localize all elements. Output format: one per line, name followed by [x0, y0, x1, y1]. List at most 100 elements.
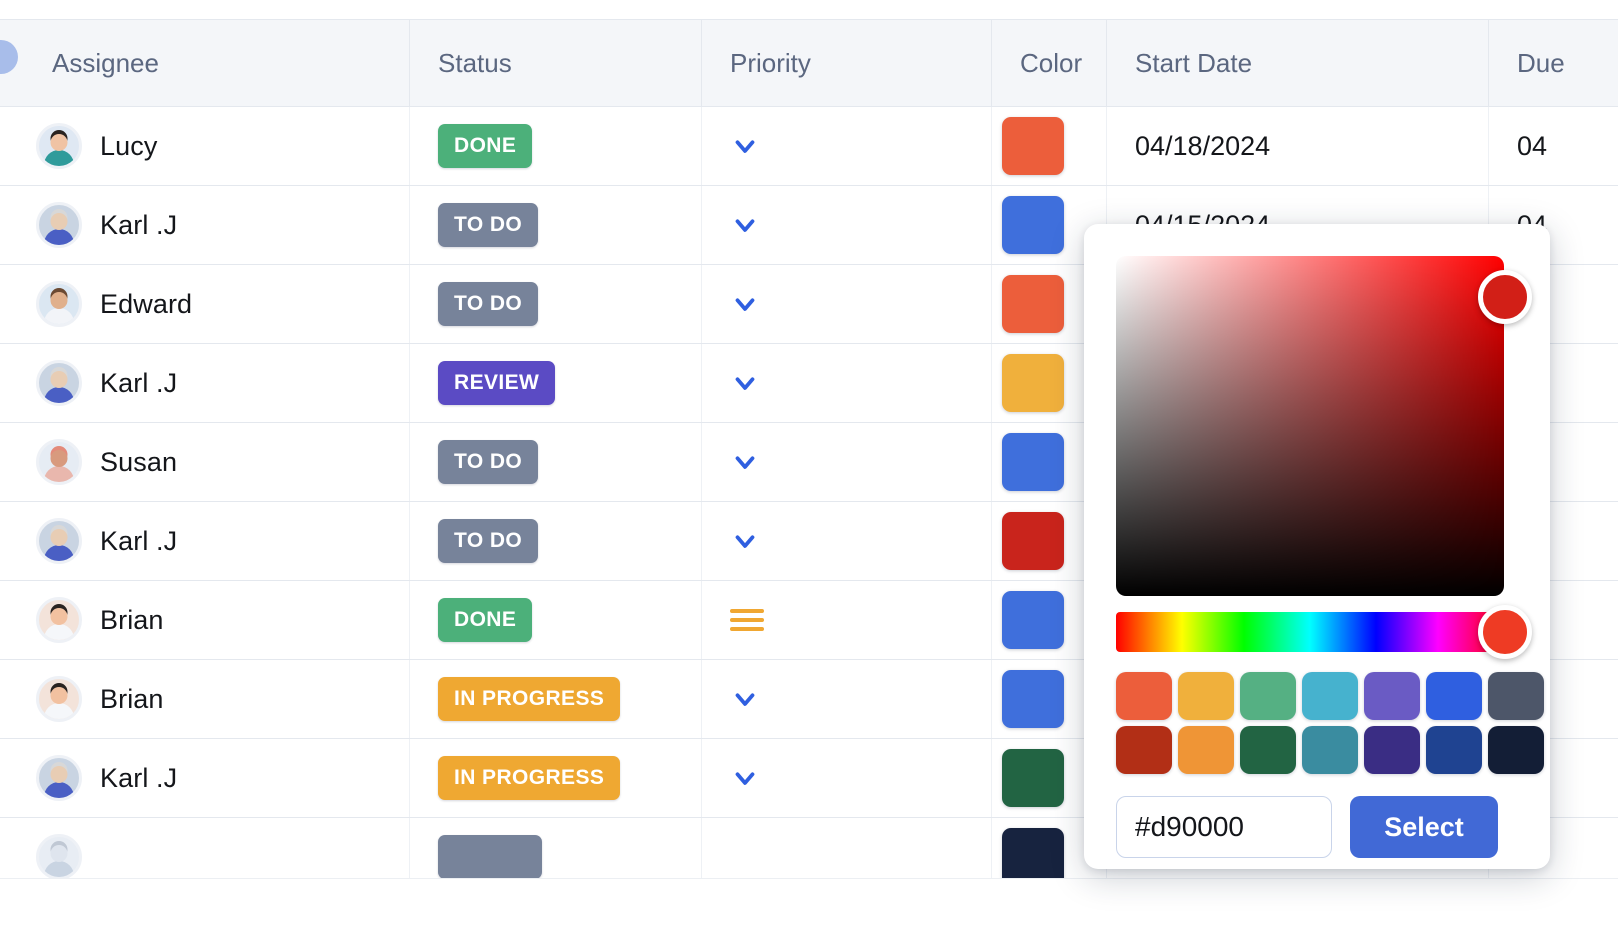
cell-assignee[interactable]: Edward	[0, 265, 410, 343]
cell-color[interactable]	[992, 107, 1107, 185]
color-swatch-chip[interactable]	[1002, 196, 1064, 254]
preset-swatch[interactable]	[1240, 726, 1296, 774]
cell-status[interactable]: TO DO	[410, 186, 702, 264]
preset-swatch[interactable]	[1240, 672, 1296, 720]
chevron-down-icon[interactable]	[730, 684, 760, 714]
chevron-down-icon[interactable]	[730, 289, 760, 319]
hue-gradient-bar[interactable]	[1116, 612, 1504, 652]
cell-status[interactable]: IN PROGRESS	[410, 739, 702, 817]
preset-swatch[interactable]	[1426, 726, 1482, 774]
chevron-down-icon[interactable]	[730, 763, 760, 793]
cell-status[interactable]: DONE	[410, 581, 702, 659]
cell-priority[interactable]	[702, 344, 992, 422]
color-picker-footer: Select	[1116, 796, 1518, 858]
color-swatch-chip[interactable]	[1002, 749, 1064, 807]
color-swatch-chip[interactable]	[1002, 591, 1064, 649]
column-header-due-date[interactable]: Due	[1489, 20, 1618, 106]
avatar	[36, 676, 82, 722]
cell-priority[interactable]	[702, 107, 992, 185]
avatar-head	[51, 766, 68, 783]
saturation-value-area[interactable]	[1116, 256, 1504, 596]
column-header-status[interactable]: Status	[410, 20, 702, 106]
status-badge[interactable]: TO DO	[438, 440, 538, 484]
cell-assignee[interactable]	[0, 818, 410, 878]
chevron-down-icon[interactable]	[730, 210, 760, 240]
avatar	[36, 834, 82, 878]
hex-color-input[interactable]	[1116, 796, 1332, 858]
chevron-down-icon[interactable]	[730, 526, 760, 556]
cell-priority[interactable]	[702, 265, 992, 343]
preset-swatch[interactable]	[1364, 726, 1420, 774]
cell-priority[interactable]	[702, 423, 992, 501]
column-header-start-date[interactable]: Start Date	[1107, 20, 1489, 106]
cell-status[interactable]: TO DO	[410, 502, 702, 580]
cell-assignee[interactable]: Brian	[0, 660, 410, 738]
avatar-body	[44, 387, 74, 406]
cell-assignee[interactable]: Karl .J	[0, 186, 410, 264]
color-swatch-chip[interactable]	[1002, 433, 1064, 491]
medium-priority-bars-icon[interactable]	[730, 609, 764, 631]
saturation-handle[interactable]	[1478, 270, 1532, 324]
chevron-down-icon[interactable]	[730, 368, 760, 398]
status-badge[interactable]: DONE	[438, 598, 532, 642]
preset-swatch[interactable]	[1364, 672, 1420, 720]
color-swatch-chip[interactable]	[1002, 670, 1064, 728]
cell-assignee[interactable]: Karl .J	[0, 344, 410, 422]
cell-priority[interactable]	[702, 186, 992, 264]
preset-swatch-grid[interactable]	[1116, 672, 1544, 774]
color-picker-popup[interactable]: Select	[1084, 224, 1550, 869]
cell-due-date[interactable]: 04	[1489, 107, 1618, 185]
cell-status[interactable]: TO DO	[410, 265, 702, 343]
preset-swatch[interactable]	[1178, 672, 1234, 720]
cell-status[interactable]: REVIEW	[410, 344, 702, 422]
table-row[interactable]: Lucy DONE 04/18/202404	[0, 107, 1618, 186]
status-badge[interactable]: TO DO	[438, 282, 538, 326]
preset-swatch[interactable]	[1488, 672, 1544, 720]
cell-assignee[interactable]: Karl .J	[0, 502, 410, 580]
column-header-color[interactable]: Color	[992, 20, 1107, 106]
cell-assignee[interactable]: Karl .J	[0, 739, 410, 817]
preset-swatch[interactable]	[1302, 672, 1358, 720]
cell-status[interactable]: DONE	[410, 107, 702, 185]
status-badge[interactable]: TO DO	[438, 519, 538, 563]
column-header-color-label: Color	[1020, 48, 1082, 79]
hue-handle[interactable]	[1478, 605, 1532, 659]
preset-swatch[interactable]	[1488, 726, 1544, 774]
table-header-row: Assignee Status Priority Color Start Dat…	[0, 19, 1618, 107]
color-swatch-chip[interactable]	[1002, 275, 1064, 333]
hue-slider[interactable]	[1116, 612, 1504, 652]
cell-status[interactable]	[410, 818, 702, 878]
select-color-button[interactable]: Select	[1350, 796, 1498, 858]
avatar-body	[44, 308, 74, 327]
preset-swatch[interactable]	[1302, 726, 1358, 774]
cell-status[interactable]: TO DO	[410, 423, 702, 501]
status-badge[interactable]: DONE	[438, 124, 532, 168]
status-badge[interactable]: TO DO	[438, 203, 538, 247]
chevron-down-icon[interactable]	[730, 447, 760, 477]
preset-swatch[interactable]	[1116, 726, 1172, 774]
cell-status[interactable]: IN PROGRESS	[410, 660, 702, 738]
cell-assignee[interactable]: Lucy	[0, 107, 410, 185]
cell-priority[interactable]	[702, 660, 992, 738]
color-swatch-chip[interactable]	[1002, 828, 1064, 878]
color-swatch-chip[interactable]	[1002, 117, 1064, 175]
cell-priority[interactable]	[702, 502, 992, 580]
status-badge[interactable]: REVIEW	[438, 361, 555, 405]
column-header-assignee[interactable]: Assignee	[0, 20, 410, 106]
preset-swatch[interactable]	[1116, 672, 1172, 720]
cell-assignee[interactable]: Susan	[0, 423, 410, 501]
preset-swatch[interactable]	[1178, 726, 1234, 774]
cell-priority[interactable]	[702, 739, 992, 817]
color-swatch-chip[interactable]	[1002, 512, 1064, 570]
preset-swatch[interactable]	[1426, 672, 1482, 720]
status-badge[interactable]	[438, 835, 542, 878]
cell-priority[interactable]	[702, 818, 992, 878]
status-badge[interactable]: IN PROGRESS	[438, 677, 620, 721]
chevron-down-icon[interactable]	[730, 131, 760, 161]
column-header-priority[interactable]: Priority	[702, 20, 992, 106]
cell-assignee[interactable]: Brian	[0, 581, 410, 659]
cell-priority[interactable]	[702, 581, 992, 659]
status-badge[interactable]: IN PROGRESS	[438, 756, 620, 800]
color-swatch-chip[interactable]	[1002, 354, 1064, 412]
cell-start-date[interactable]: 04/18/2024	[1107, 107, 1489, 185]
